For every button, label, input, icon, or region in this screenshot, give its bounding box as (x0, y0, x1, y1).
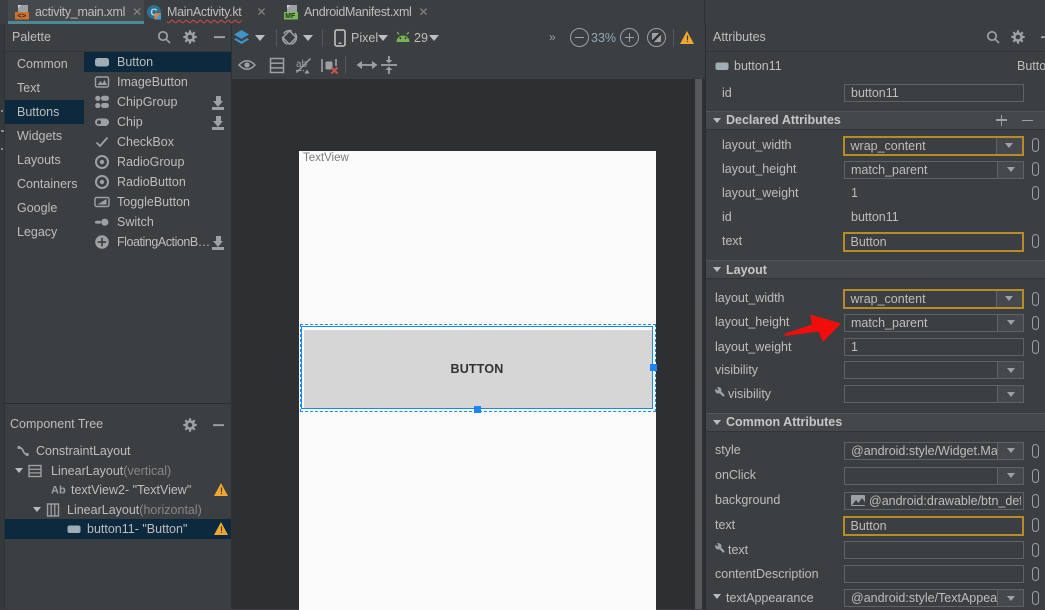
svg-text:Ab: Ab (51, 484, 66, 496)
svg-text:MF: MF (285, 13, 296, 20)
svg-text:<>: <> (17, 11, 26, 20)
svg-text:ab: ab (296, 59, 308, 70)
